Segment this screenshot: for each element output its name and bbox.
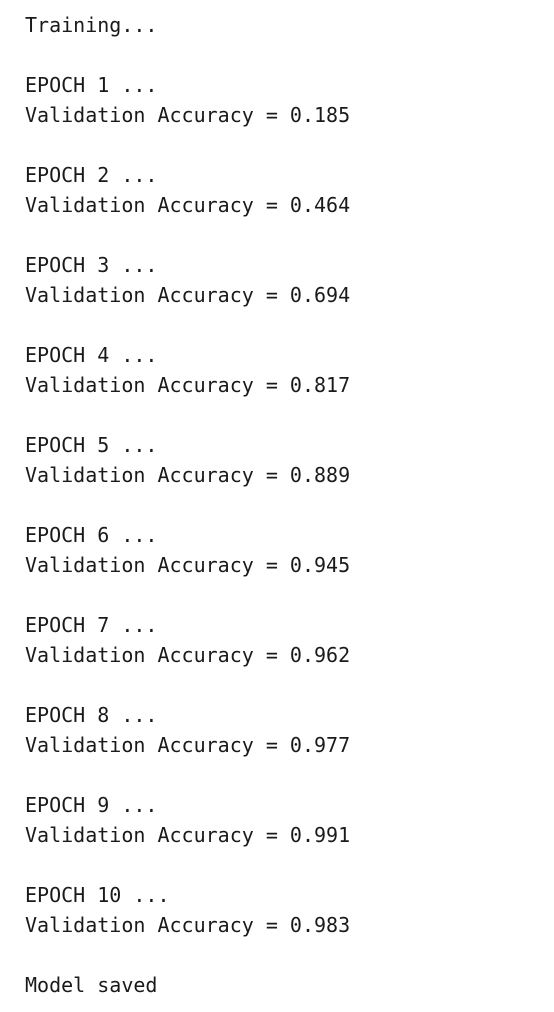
validation-accuracy-line: Validation Accuracy = 0.945 xyxy=(25,553,351,577)
epoch-label: EPOCH 3 ... xyxy=(25,253,158,277)
training-status-line: Training... xyxy=(25,13,158,37)
epoch-label: EPOCH 6 ... xyxy=(25,523,158,547)
epoch-block-2: EPOCH 2 ... Validation Accuracy = 0.464 xyxy=(25,160,554,220)
validation-accuracy-line: Validation Accuracy = 0.185 xyxy=(25,103,351,127)
epoch-block-5: EPOCH 5 ... Validation Accuracy = 0.889 xyxy=(25,430,554,490)
epoch-label: EPOCH 2 ... xyxy=(25,163,158,187)
validation-accuracy-line: Validation Accuracy = 0.889 xyxy=(25,463,351,487)
epoch-label: EPOCH 7 ... xyxy=(25,613,158,637)
epoch-block-8: EPOCH 8 ... Validation Accuracy = 0.977 xyxy=(25,700,554,760)
epoch-label: EPOCH 1 ... xyxy=(25,73,158,97)
epoch-label: EPOCH 9 ... xyxy=(25,793,158,817)
validation-accuracy-line: Validation Accuracy = 0.962 xyxy=(25,643,351,667)
validation-accuracy-line: Validation Accuracy = 0.817 xyxy=(25,373,351,397)
validation-accuracy-line: Validation Accuracy = 0.694 xyxy=(25,283,351,307)
epoch-block-3: EPOCH 3 ... Validation Accuracy = 0.694 xyxy=(25,250,554,310)
epoch-block-9: EPOCH 9 ... Validation Accuracy = 0.991 xyxy=(25,790,554,850)
validation-accuracy-line: Validation Accuracy = 0.991 xyxy=(25,823,351,847)
validation-accuracy-line: Validation Accuracy = 0.464 xyxy=(25,193,351,217)
epoch-label: EPOCH 5 ... xyxy=(25,433,158,457)
epoch-label: EPOCH 4 ... xyxy=(25,343,158,367)
epoch-block-4: EPOCH 4 ... Validation Accuracy = 0.817 xyxy=(25,340,554,400)
epoch-block-7: EPOCH 7 ... Validation Accuracy = 0.962 xyxy=(25,610,554,670)
epoch-label: EPOCH 10 ... xyxy=(25,883,170,907)
validation-accuracy-line: Validation Accuracy = 0.977 xyxy=(25,733,351,757)
epoch-label: EPOCH 8 ... xyxy=(25,703,158,727)
epoch-block-10: EPOCH 10 ... Validation Accuracy = 0.983 xyxy=(25,880,554,940)
console-output: Training... EPOCH 1 ... Validation Accur… xyxy=(0,0,554,1012)
epoch-block-1: EPOCH 1 ... Validation Accuracy = 0.185 xyxy=(25,70,554,130)
epoch-block-6: EPOCH 6 ... Validation Accuracy = 0.945 xyxy=(25,520,554,580)
model-saved-line: Model saved xyxy=(25,973,158,997)
validation-accuracy-line: Validation Accuracy = 0.983 xyxy=(25,913,351,937)
